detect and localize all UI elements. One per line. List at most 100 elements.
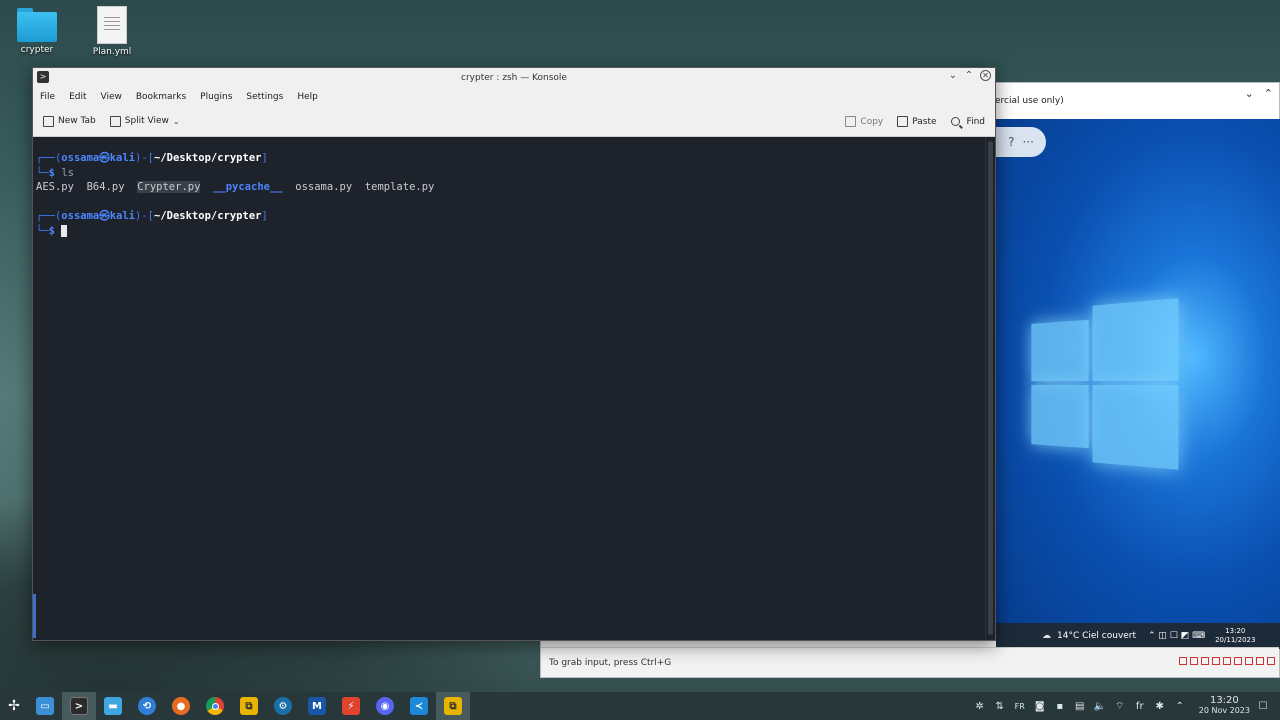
copy-button[interactable]: Copy	[845, 116, 883, 127]
paste-icon	[897, 116, 909, 127]
terminal-icon[interactable]: >	[37, 71, 49, 83]
vmware-icon: ⧉	[240, 697, 258, 715]
volume-icon[interactable]: 🔈	[1093, 701, 1107, 712]
guest-weather: 14°C Ciel couvert	[1057, 631, 1137, 641]
file-entry-selected: Crypter.py	[137, 181, 201, 193]
new-tab-icon	[43, 115, 54, 127]
cloud-icon: ☁	[1042, 631, 1051, 641]
desktop-pager-icon: ▭	[36, 697, 54, 715]
konsole-titlebar[interactable]: > crypter : zsh — Konsole ⌄ ⌃ ✕	[33, 68, 995, 88]
minimize-icon[interactable]: ⌃	[1264, 87, 1273, 100]
folder-icon	[17, 8, 57, 42]
konsole-window[interactable]: > crypter : zsh — Konsole ⌄ ⌃ ✕ File Edi…	[32, 67, 996, 641]
close-icon[interactable]: ✕	[980, 70, 991, 81]
clipboard-icon[interactable]: ▤	[1073, 701, 1087, 712]
app-launcher-icon[interactable]: ✢	[0, 692, 28, 720]
desktop-icon-label: Plan.yml	[92, 47, 132, 57]
network-icon[interactable]: ⇅	[993, 701, 1007, 712]
chevron-up-icon[interactable]: ⌃	[1173, 701, 1187, 712]
discord-icon: ◉	[376, 697, 394, 715]
vm-guest-screen[interactable]: ? ··· ☁ 14°C Ciel couvert ⌃ ◫ ☐ ◩ ⌨ 13:2…	[996, 119, 1280, 649]
ls-output: AES.py B64.py Crypter.py __pycache__ oss…	[36, 180, 985, 195]
show-desktop-icon[interactable]: ☐	[1256, 701, 1270, 712]
menu-file[interactable]: File	[40, 92, 55, 102]
menu-bookmarks[interactable]: Bookmarks	[136, 92, 186, 102]
chevron-down-icon[interactable]: ⌄	[948, 70, 958, 81]
windows-logo	[1031, 298, 1180, 470]
vscode-icon: ≺	[410, 697, 428, 715]
maximize-icon[interactable]: ⌃	[964, 70, 974, 81]
scrollbar[interactable]	[985, 137, 995, 640]
vm-window-title: ercial use only)	[995, 96, 1064, 106]
vm-guest-toolbar[interactable]: ? ···	[996, 127, 1046, 157]
find-button[interactable]: Find	[950, 116, 985, 127]
new-tab-button[interactable]: New Tab	[43, 115, 96, 127]
taskbar-app[interactable]: ⧉	[232, 692, 266, 720]
window-controls: ⌄ ⌃ ✕	[948, 70, 991, 81]
taskbar: ✢ ▭ > ▬ ⟲ ● ⧉ ⚙ M ⚡ ◉ ≺ ⧉ ✲ ⇅ FR ◙ ▪ ▤ 🔈…	[0, 692, 1280, 720]
vmware-icon: ⧉	[444, 697, 462, 715]
prompt-line-1: ┌──(ossama㉿kali)-[~/Desktop/crypter]	[36, 152, 268, 164]
menu-plugins[interactable]: Plugins	[200, 92, 232, 102]
chrome-icon	[206, 697, 224, 715]
desktop-folder-crypter[interactable]: crypter	[7, 8, 67, 55]
taskbar-app[interactable]: >	[62, 692, 96, 720]
chevron-down-icon[interactable]: ⌄	[173, 117, 180, 126]
vm-statusbar: To grab input, press Ctrl+G	[541, 647, 1279, 677]
clock[interactable]: 13:20 20 Nov 2023	[1199, 696, 1250, 716]
taskbar-app[interactable]: ▭	[28, 692, 62, 720]
paste-label: Paste	[912, 116, 937, 127]
kali-icon: ⟲	[138, 697, 156, 715]
vpn-icon[interactable]: ◙	[1033, 701, 1047, 712]
menubar: File Edit View Bookmarks Plugins Setting…	[33, 88, 995, 106]
metasploit-icon: M	[308, 697, 326, 715]
taskbar-app[interactable]: ⚙	[266, 692, 300, 720]
record-icon[interactable]: ▪	[1053, 701, 1067, 712]
bluetooth-icon[interactable]: ✱	[1153, 701, 1167, 712]
file-entry: template.py	[364, 181, 435, 193]
taskbar-app[interactable]: ▬	[96, 692, 130, 720]
paste-button[interactable]: Paste	[897, 116, 937, 127]
copy-label: Copy	[860, 116, 884, 127]
window-title: crypter : zsh — Konsole	[461, 73, 567, 83]
more-icon[interactable]: ···	[1022, 135, 1033, 149]
menu-settings[interactable]: Settings	[246, 92, 283, 102]
split-view-icon	[109, 115, 121, 127]
taskbar-app[interactable]: ⚡	[334, 692, 368, 720]
guest-tray-icons: ⌃ ◫ ☐ ◩ ⌨	[1148, 631, 1206, 641]
steam-icon: ⚙	[274, 697, 292, 715]
taskbar-app[interactable]: M	[300, 692, 334, 720]
keyboard-layout[interactable]: FR	[1013, 702, 1027, 711]
guest-clock: 13:20 20/11/2023	[1215, 627, 1256, 644]
taskbar-app[interactable]: ◉	[368, 692, 402, 720]
menu-help[interactable]: Help	[297, 92, 318, 102]
vm-device-icons[interactable]	[1179, 657, 1275, 665]
chevron-down-icon[interactable]: ⌄	[1245, 87, 1254, 100]
menu-view[interactable]: View	[101, 92, 122, 102]
dir-entry: __pycache__	[213, 181, 283, 193]
desktop-file-plan[interactable]: Plan.yml	[82, 6, 142, 57]
prompt-line-2: ┌──(ossama㉿kali)-[~/Desktop/crypter]	[36, 210, 268, 222]
find-label: Find	[966, 116, 985, 127]
search-icon	[950, 117, 960, 126]
help-icon[interactable]: ?	[1008, 135, 1014, 149]
file-entry: AES.py	[36, 181, 74, 193]
menu-edit[interactable]: Edit	[69, 92, 86, 102]
settings-icon[interactable]: ✲	[973, 701, 987, 712]
command-line-2: └─$	[36, 224, 985, 239]
language-indicator[interactable]: fr	[1133, 701, 1147, 712]
focus-accent	[33, 594, 36, 638]
new-tab-label: New Tab	[58, 116, 96, 126]
file-manager-icon: ▬	[104, 697, 122, 715]
wifi-icon[interactable]: ⌔	[1113, 700, 1127, 713]
taskbar-app[interactable]: ⟲	[130, 692, 164, 720]
toolbar: New Tab Split View ⌄ Copy Paste Find	[33, 106, 995, 137]
taskbar-app[interactable]: ⧉	[436, 692, 470, 720]
desktop-icon-label: crypter	[20, 45, 54, 55]
split-view-button[interactable]: Split View ⌄	[109, 115, 180, 127]
terminal-area[interactable]: ┌──(ossama㉿kali)-[~/Desktop/crypter] └─$…	[33, 137, 985, 640]
taskbar-app[interactable]	[198, 692, 232, 720]
taskbar-app[interactable]: ≺	[402, 692, 436, 720]
copy-icon	[845, 116, 857, 127]
taskbar-app[interactable]: ●	[164, 692, 198, 720]
